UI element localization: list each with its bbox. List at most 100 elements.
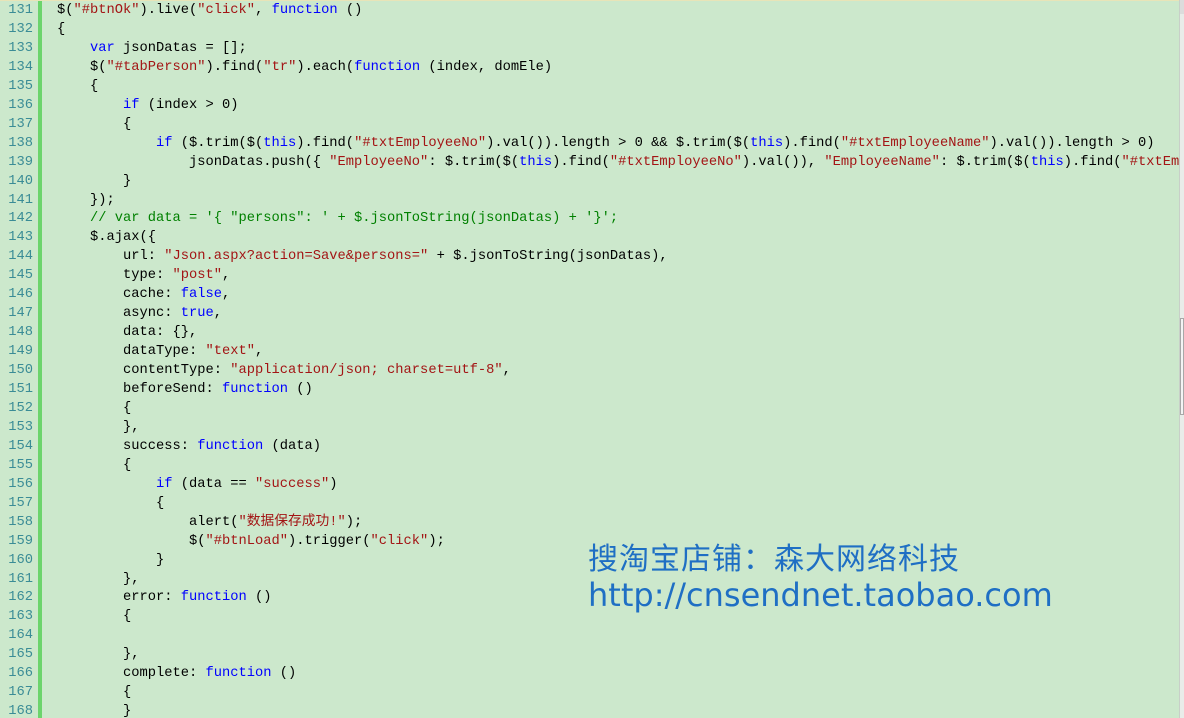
line-number: 131: [8, 3, 33, 18]
code-line[interactable]: 146 cache: false,: [0, 285, 1180, 304]
code-text: ,: [502, 363, 511, 379]
code-line[interactable]: 158 alert("数据保存成功!");: [0, 513, 1180, 532]
code-line[interactable]: 140}: [0, 172, 1180, 191]
code-text: (): [246, 590, 272, 606]
code-line[interactable]: 156 if (data == "success"): [0, 475, 1180, 494]
code-line[interactable]: 155 {: [0, 456, 1180, 475]
code-line[interactable]: 164: [0, 626, 1180, 645]
code-line[interactable]: 132 {: [0, 20, 1180, 39]
code-string: "success": [255, 476, 330, 492]
code-content: alert("数据保存成功!");: [189, 513, 362, 532]
code-line[interactable]: 149 dataType: "text",: [0, 342, 1180, 361]
code-line[interactable]: 138 if ($.trim($(this).find("#txtEmployee…: [0, 134, 1180, 153]
code-line[interactable]: 136 if (index > 0): [0, 96, 1180, 115]
code-line[interactable]: 154 success: function (data): [0, 437, 1180, 456]
line-number: 137: [8, 116, 33, 132]
code-line[interactable]: 157 {: [0, 494, 1180, 513]
code-line[interactable]: 131 $("#btnOk").live("click", function (): [0, 1, 1180, 20]
line-number: 148: [8, 325, 33, 341]
line-number: 141: [8, 192, 33, 208]
line-number: 150: [8, 363, 33, 379]
code-text: ).trigger(: [288, 533, 371, 549]
code-line[interactable]: 167 {: [0, 683, 1180, 702]
line-number: 168: [8, 704, 33, 718]
code-text: $.ajax({: [90, 230, 157, 246]
line-number: 146: [8, 287, 33, 303]
line-number: 158: [8, 514, 33, 530]
code-string: "#btnOk": [73, 3, 140, 18]
code-line[interactable]: 134 $("#tabPerson").find("tr").each(funct…: [0, 58, 1180, 77]
code-line[interactable]: 152 {: [0, 399, 1180, 418]
code-content: });: [90, 191, 115, 210]
code-line[interactable]: 143 $.ajax({: [0, 228, 1180, 247]
code-content: $("#btnOk").live("click", function (): [57, 1, 362, 20]
code-line[interactable]: 148 data: {},: [0, 323, 1180, 342]
code-line[interactable]: 139 jsonDatas.push({ "EmployeeNo": $.trim…: [0, 153, 1180, 172]
code-line[interactable]: 147 async: true,: [0, 304, 1180, 323]
code-text: $(: [57, 3, 74, 18]
code-text: async:: [123, 306, 181, 322]
code-line[interactable]: 166 complete: function (): [0, 664, 1180, 683]
code-keyword: this: [263, 135, 297, 151]
code-line[interactable]: 137 {: [0, 115, 1180, 134]
code-keyword: function: [205, 666, 272, 682]
code-keyword: false: [180, 287, 223, 303]
code-keyword: function: [271, 3, 338, 18]
code-string: "post": [172, 268, 223, 284]
code-keyword: this: [750, 135, 784, 151]
code-content: error: function (): [123, 588, 272, 607]
code-text: },: [123, 571, 140, 587]
code-line[interactable]: 135 {: [0, 77, 1180, 96]
code-string: "click": [197, 3, 256, 18]
line-number: 164: [8, 628, 33, 644]
code-text: type:: [123, 268, 173, 284]
code-line[interactable]: 144 url: "Json.aspx?action=Save&persons="…: [0, 247, 1180, 266]
line-number: 147: [8, 306, 33, 322]
scroll-thumb[interactable]: [1180, 318, 1184, 415]
code-line[interactable]: 133 var jsonDatas = [];: [0, 39, 1180, 58]
code-content: contentType: "application/json; charset=…: [123, 361, 511, 380]
code-line[interactable]: 150 contentType: "application/json; chars…: [0, 361, 1180, 380]
line-number: 156: [8, 476, 33, 492]
line-number: 163: [8, 609, 33, 625]
code-content: {: [123, 683, 131, 702]
code-text: }: [156, 552, 165, 568]
code-keyword: var: [90, 40, 115, 56]
code-text: ,: [255, 3, 272, 18]
code-string: "#txtEmployeeNo": [354, 135, 487, 151]
code-string: "click": [370, 533, 429, 549]
code-string: "EmployeeName": [824, 154, 940, 170]
vertical-scrollbar[interactable]: [1179, 0, 1184, 718]
code-text: ).find(: [205, 59, 264, 75]
code-content: }: [123, 172, 131, 191]
code-content: beforeSend: function (): [123, 380, 313, 399]
line-number: 153: [8, 419, 33, 435]
code-line[interactable]: 141});: [0, 191, 1180, 210]
code-line[interactable]: 145 type: "post",: [0, 266, 1180, 285]
code-keyword: this: [519, 154, 553, 170]
code-line[interactable]: 151 beforeSend: function (): [0, 380, 1180, 399]
line-number: 134: [8, 59, 33, 75]
code-text: {: [123, 116, 132, 132]
code-text: {: [123, 685, 132, 701]
code-string: "EmployeeNo": [329, 154, 429, 170]
watermark-shop-name: 搜淘宝店铺：森大网络科技: [588, 542, 960, 577]
code-text: );: [428, 533, 445, 549]
code-text: ).val()).length > 0): [989, 135, 1155, 151]
code-text: ).find(: [552, 154, 610, 170]
code-content: if (data == "success"): [156, 475, 338, 494]
code-keyword: true: [180, 306, 214, 322]
line-number: 138: [8, 135, 33, 151]
code-string: "数据保存成功!": [238, 514, 346, 530]
code-line[interactable]: 142 // var data = '{ "persons": ' + $.jso…: [0, 209, 1180, 228]
code-content: if (index > 0): [123, 96, 239, 115]
code-text: );: [345, 514, 363, 530]
code-text: + $.jsonToString(jsonDatas),: [428, 249, 668, 265]
code-line[interactable]: 168}: [0, 702, 1180, 718]
code-text: data: {},: [123, 325, 198, 341]
scroll-up-arrow-icon[interactable]: [1180, 0, 1184, 14]
code-line[interactable]: 165},: [0, 645, 1180, 664]
line-number: 140: [8, 173, 33, 189]
code-line[interactable]: 153},: [0, 418, 1180, 437]
code-string: "text": [205, 344, 256, 360]
